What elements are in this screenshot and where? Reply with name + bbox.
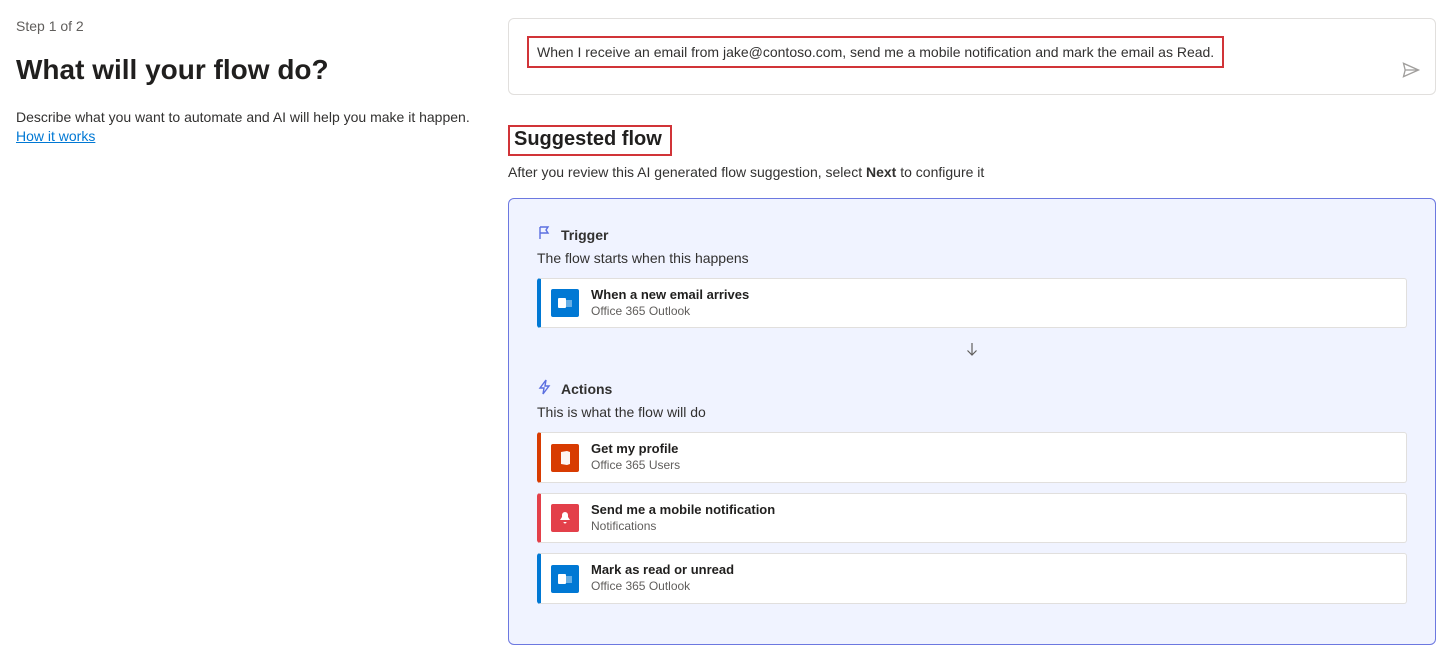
step-label: Step 1 of 2 [16, 18, 474, 34]
description-text: Describe what you want to automate and A… [16, 108, 474, 128]
action-card-notification[interactable]: Send me a mobile notification Notificati… [537, 493, 1407, 543]
suggested-flow-heading-box: Suggested flow [508, 125, 672, 156]
intro-panel: Step 1 of 2 What will your flow do? Desc… [0, 0, 490, 655]
trigger-card[interactable]: When a new email arrives Office 365 Outl… [537, 278, 1407, 328]
bell-icon [551, 504, 579, 532]
action-card-subtitle: Office 365 Users [591, 458, 680, 474]
lightning-icon [537, 379, 553, 398]
outlook-icon [551, 289, 579, 317]
flag-icon [537, 225, 553, 244]
flow-diagram-panel: Trigger The flow starts when this happen… [508, 198, 1436, 645]
prompt-text: When I receive an email from jake@contos… [527, 36, 1224, 68]
prompt-input-box[interactable]: When I receive an email from jake@contos… [508, 18, 1436, 95]
action-card-mark-read[interactable]: Mark as read or unread Office 365 Outloo… [537, 553, 1407, 603]
review-pre: After you review this AI generated flow … [508, 164, 866, 180]
action-card-profile[interactable]: Get my profile Office 365 Users [537, 432, 1407, 482]
actions-label: Actions [561, 381, 612, 397]
office-icon [551, 444, 579, 472]
review-bold: Next [866, 164, 896, 180]
action-card-subtitle: Office 365 Outlook [591, 579, 734, 595]
trigger-label: Trigger [561, 227, 608, 243]
trigger-section-header: Trigger [537, 225, 1407, 244]
send-icon[interactable] [1401, 60, 1421, 80]
actions-subtitle: This is what the flow will do [537, 404, 1407, 420]
suggested-flow-heading: Suggested flow [514, 128, 662, 150]
arrow-down-icon [537, 340, 1407, 361]
review-instruction: After you review this AI generated flow … [508, 164, 1436, 180]
outlook-icon [551, 565, 579, 593]
actions-section-header: Actions [537, 379, 1407, 398]
action-card-title: Send me a mobile notification [591, 502, 775, 519]
action-card-subtitle: Notifications [591, 519, 775, 535]
trigger-card-subtitle: Office 365 Outlook [591, 304, 749, 320]
how-it-works-link[interactable]: How it works [16, 128, 95, 144]
trigger-subtitle: The flow starts when this happens [537, 250, 1407, 266]
main-panel: When I receive an email from jake@contos… [490, 0, 1456, 655]
page-title: What will your flow do? [16, 54, 474, 86]
action-card-title: Mark as read or unread [591, 562, 734, 579]
trigger-card-title: When a new email arrives [591, 287, 749, 304]
review-post: to configure it [896, 164, 984, 180]
action-card-title: Get my profile [591, 441, 680, 458]
